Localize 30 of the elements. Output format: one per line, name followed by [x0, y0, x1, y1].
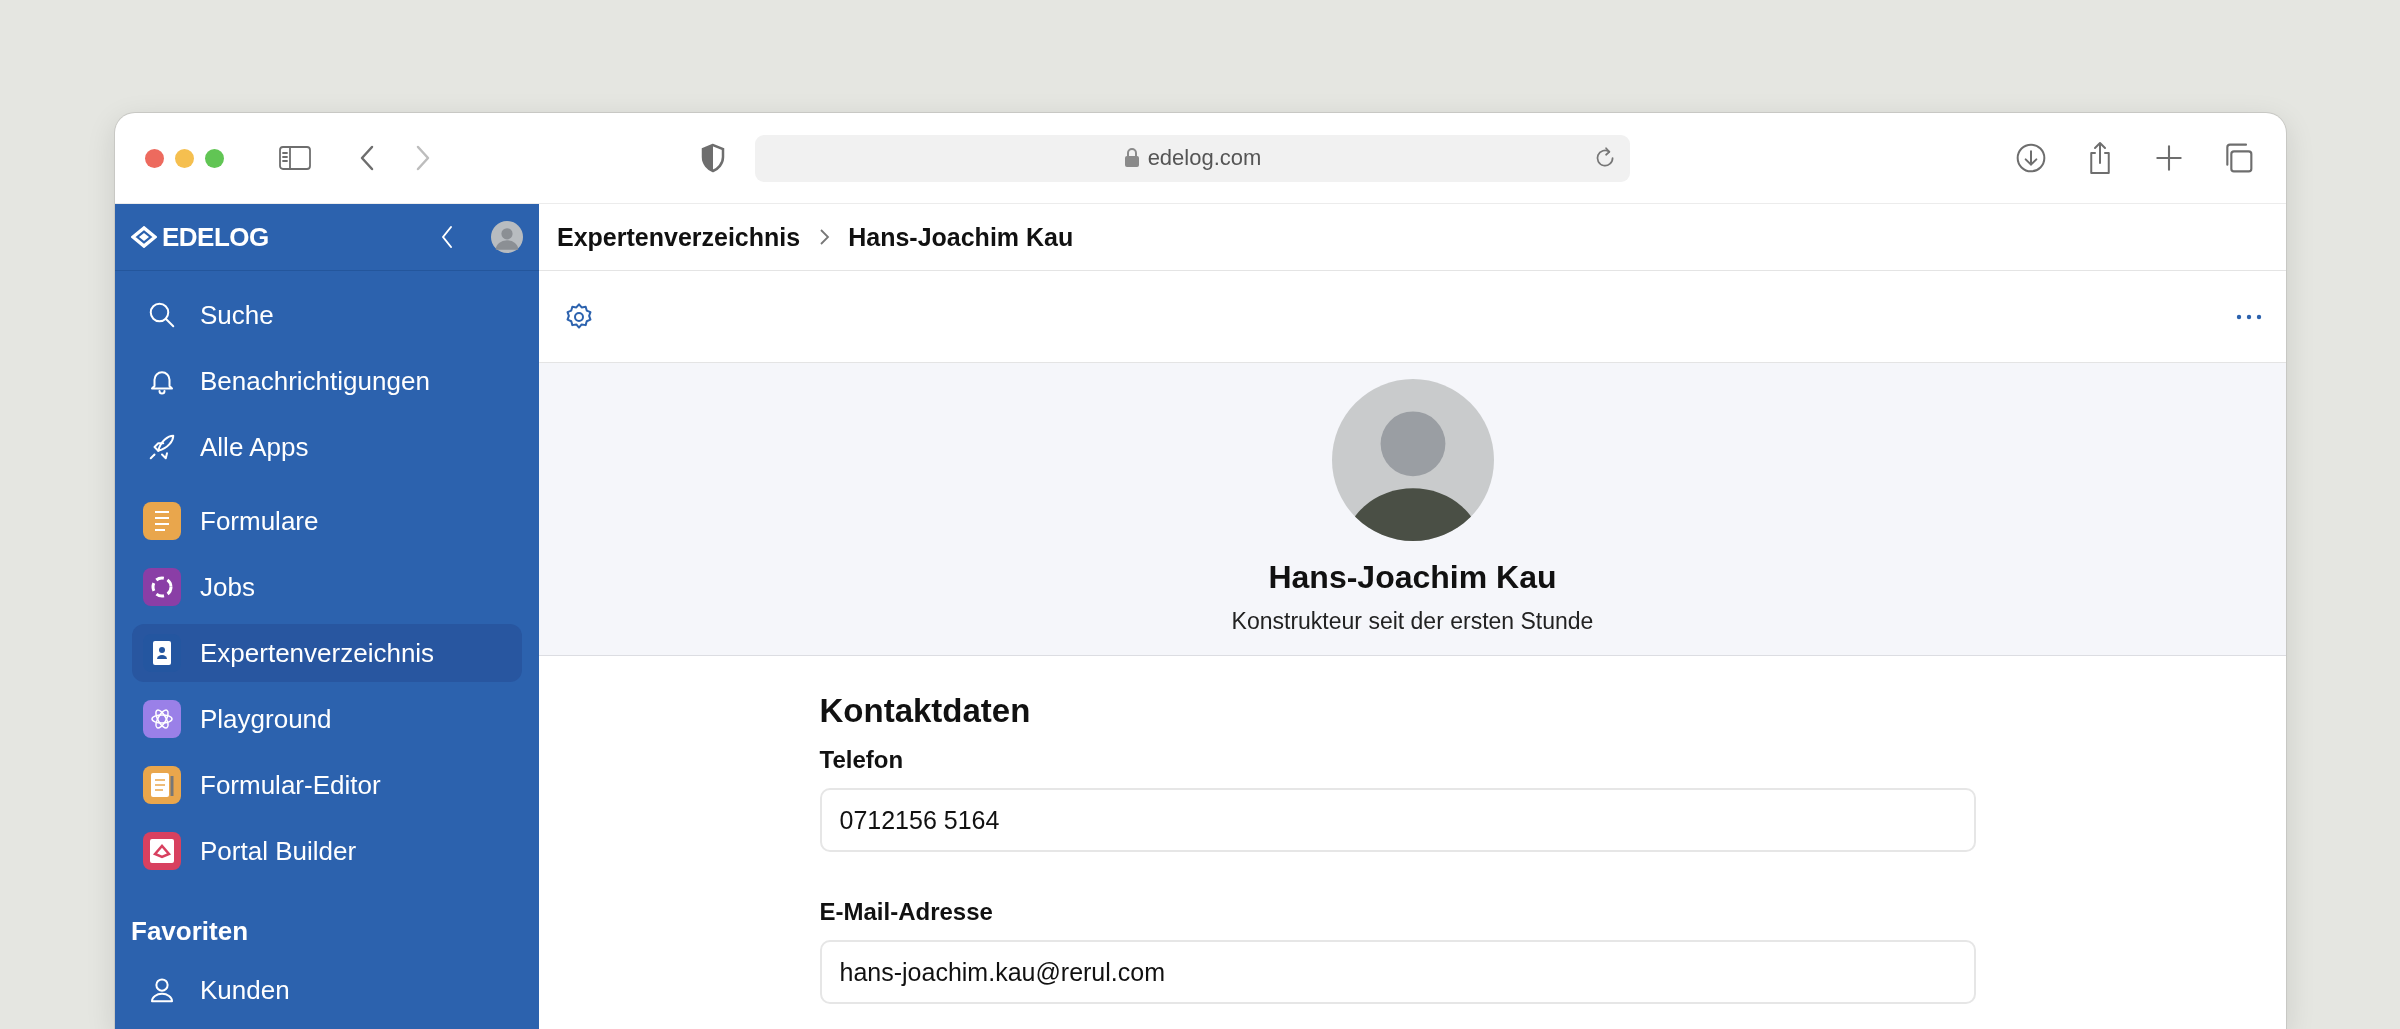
sidebar-item[interactable]: Jobs — [132, 558, 522, 616]
profile-subtitle: Konstrukteur seit der ersten Stunde — [1231, 608, 1594, 635]
search-icon — [147, 300, 177, 330]
sidebar-item[interactable]: Formulare — [132, 492, 522, 550]
field-label: E-Mail-Adresse — [819, 898, 994, 926]
sidebar-item[interactable]: Kunden — [132, 961, 522, 1019]
section-title: Favoriten — [130, 915, 250, 948]
rocket-icon — [147, 432, 177, 462]
field-label: Telefon — [819, 746, 905, 774]
breadcrumb-link[interactable]: Expertenverzeichnis — [557, 222, 801, 252]
sidebar-item[interactable]: Benachrichtigungen — [132, 352, 522, 410]
input-field[interactable]: hans-joachim.kau@rerul.com — [819, 940, 1976, 1004]
address-bar[interactable]: edelog.com — [755, 134, 1630, 182]
sidebar-item[interactable]: Suche — [132, 286, 522, 344]
logo-text: EDELOG — [162, 221, 269, 253]
sidebar-item[interactable]: Alle Apps — [132, 418, 522, 476]
profile-name: Hans-Joachim Kau — [1268, 559, 1557, 596]
avatar — [491, 221, 523, 253]
url-text: edelog.com — [1147, 145, 1262, 171]
chevron-icon — [818, 227, 831, 247]
logo-icon — [131, 226, 157, 248]
sidebar-item[interactable]: Playground — [132, 690, 522, 748]
input-field[interactable]: 0712156 5164 — [819, 788, 1976, 852]
sidebar-item[interactable]: Expertenverzeichnis — [132, 624, 522, 682]
sidebar-item[interactable]: Formular-Editor — [132, 756, 522, 814]
sidebar-item[interactable]: Portal Builder — [132, 822, 522, 880]
breadcrumb-link[interactable]: Hans-Joachim Kau — [848, 222, 1074, 252]
section-heading: Kontaktdaten — [819, 692, 1032, 730]
lock-icon — [1123, 148, 1140, 168]
close-button[interactable] — [145, 148, 164, 168]
